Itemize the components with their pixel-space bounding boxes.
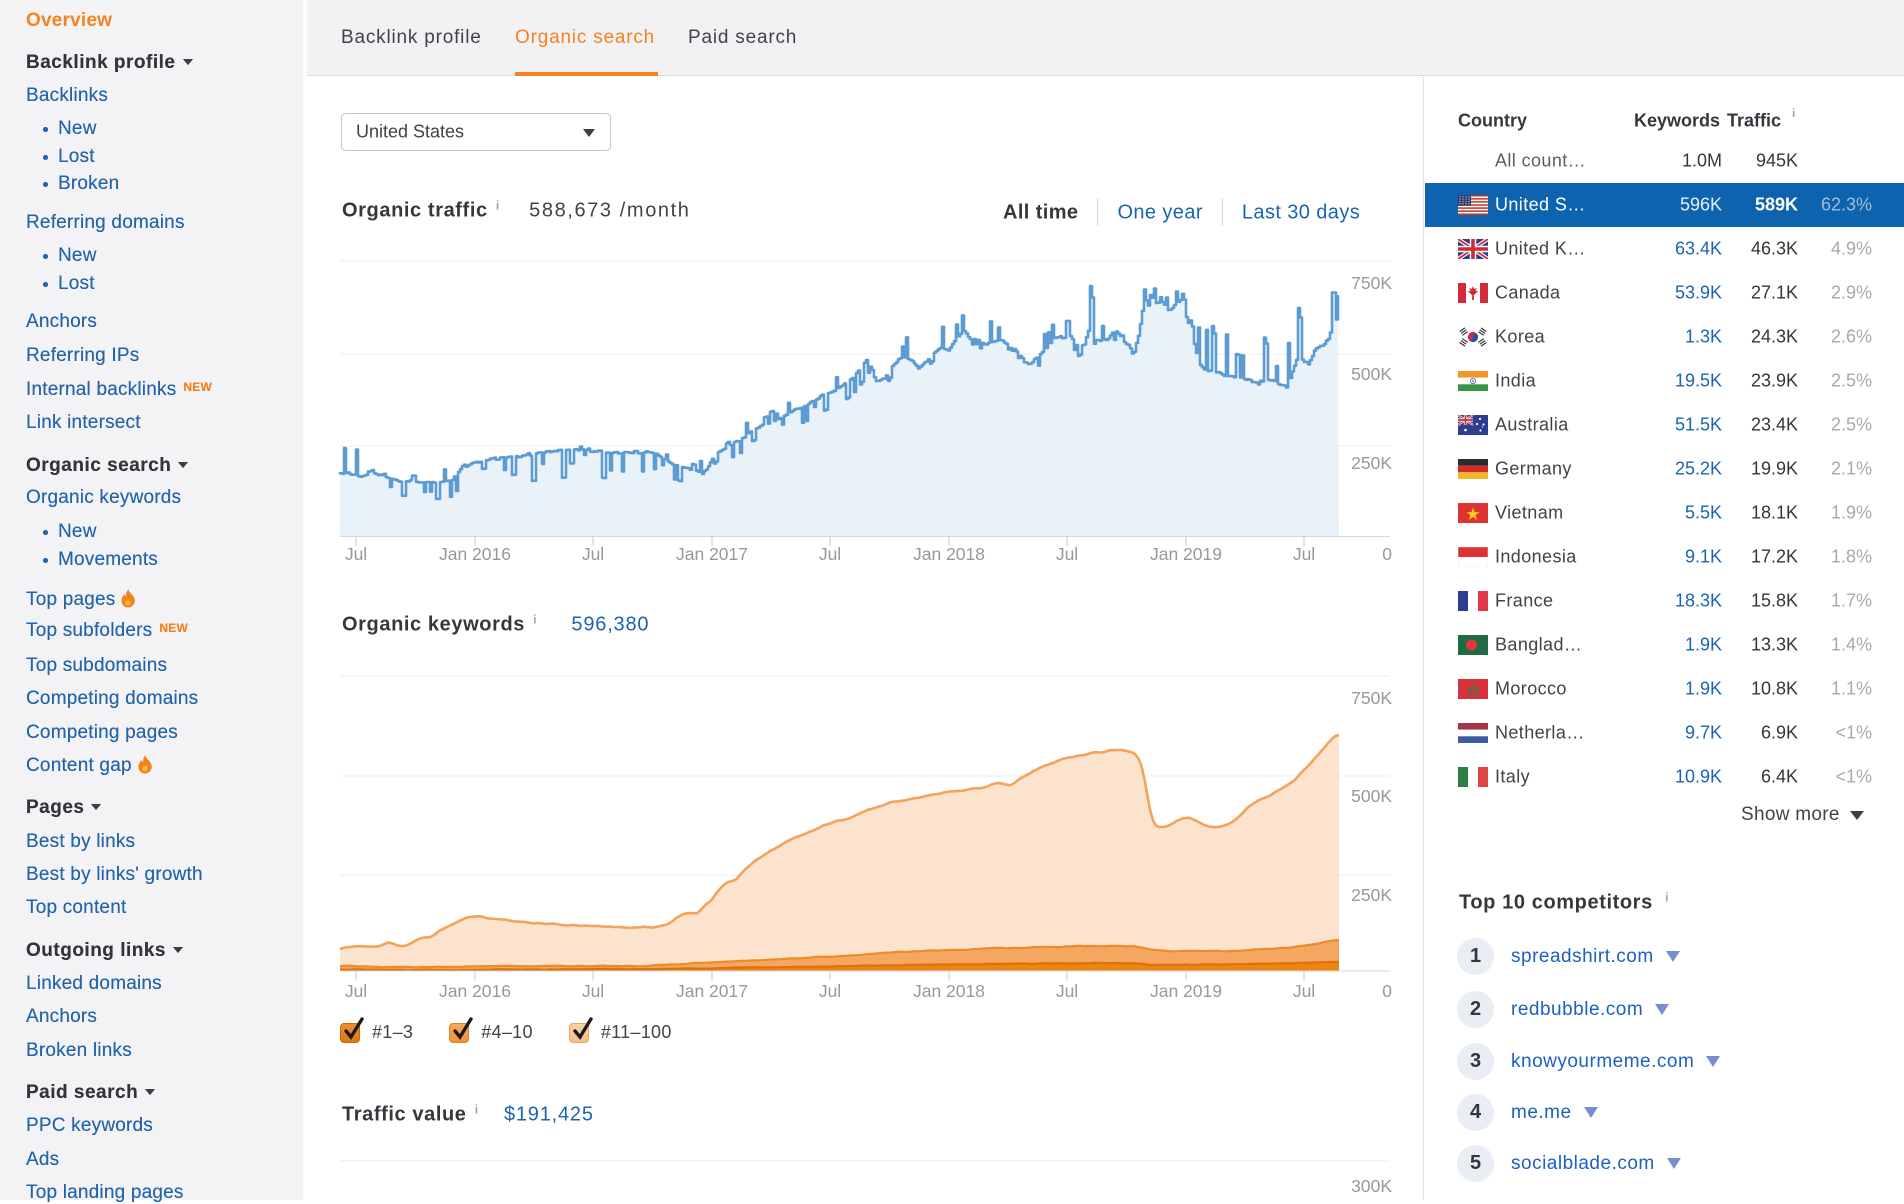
svg-text:Jan 2019: Jan 2019: [1150, 544, 1222, 564]
svg-text:Jan 2018: Jan 2018: [913, 981, 985, 1001]
svg-text:Jan 2017: Jan 2017: [676, 981, 748, 1001]
svg-text:Jul: Jul: [819, 544, 841, 564]
svg-text:Jan 2016: Jan 2016: [439, 981, 511, 1001]
svg-text:Jul: Jul: [1056, 544, 1078, 564]
svg-text:0: 0: [1382, 981, 1392, 1001]
svg-text:Jul: Jul: [819, 981, 841, 1001]
svg-text:500K: 500K: [1351, 786, 1392, 806]
svg-text:Jan 2016: Jan 2016: [439, 544, 511, 564]
svg-text:250K: 250K: [1351, 453, 1392, 473]
svg-text:Jul: Jul: [345, 981, 367, 1001]
svg-text:Jul: Jul: [1293, 544, 1315, 564]
svg-text:750K: 750K: [1351, 688, 1392, 708]
svg-text:Jul: Jul: [1056, 981, 1078, 1001]
svg-text:750K: 750K: [1351, 273, 1392, 293]
svg-text:Jan 2018: Jan 2018: [913, 544, 985, 564]
svg-text:Jan 2017: Jan 2017: [676, 544, 748, 564]
svg-text:0: 0: [1382, 544, 1392, 564]
svg-text:Jan 2019: Jan 2019: [1150, 981, 1222, 1001]
svg-text:500K: 500K: [1351, 364, 1392, 384]
svg-text:Jul: Jul: [1293, 981, 1315, 1001]
svg-text:300K: 300K: [1351, 1176, 1392, 1196]
svg-text:Jul: Jul: [582, 544, 604, 564]
svg-text:Jul: Jul: [582, 981, 604, 1001]
svg-text:250K: 250K: [1351, 885, 1392, 905]
svg-text:Jul: Jul: [345, 544, 367, 564]
